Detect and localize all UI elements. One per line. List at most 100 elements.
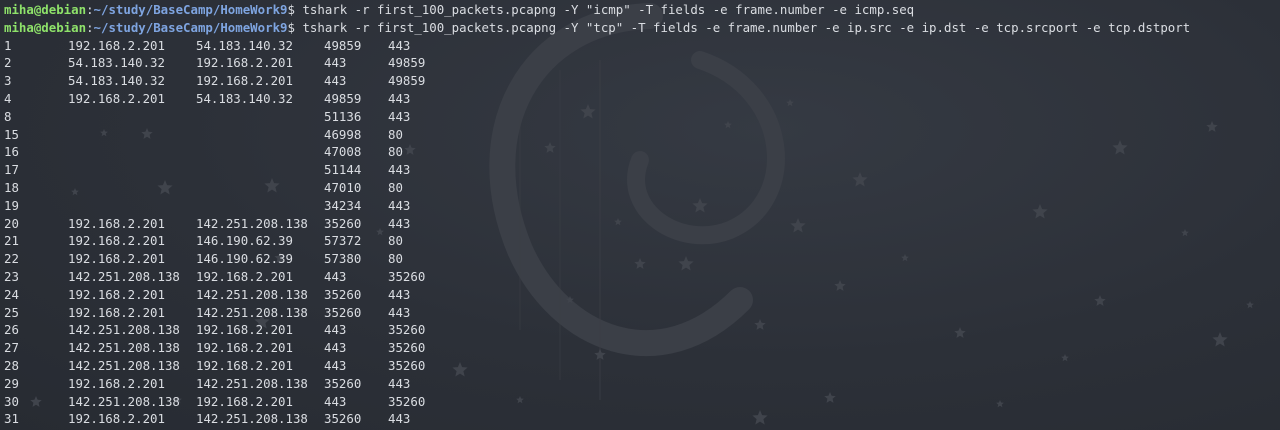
output-row: 4 192.168.2.201 54.183.140.32 49859 443: [4, 90, 1280, 108]
tcp-srcport: 57380: [324, 251, 362, 267]
output-row: 23 142.251.208.138 192.168.2.201 443 35260: [4, 268, 1280, 286]
prompt-dollar: $: [287, 2, 295, 17]
ip-src: 142.251.208.138: [68, 393, 180, 409]
ip-src: 192.168.2.201: [68, 375, 165, 391]
prompt-path: ~/study/BaseCamp/HomeWork9: [93, 2, 288, 17]
tcp-dstport: 80: [388, 126, 403, 142]
ip-dst: 142.251.208.138: [196, 304, 308, 320]
output-row: 29 192.168.2.201 142.251.208.138 35260 443: [4, 375, 1280, 393]
frame-number: 17: [4, 162, 19, 178]
ip-dst: 142.251.208.138: [196, 411, 308, 427]
tcp-dstport: 80: [388, 251, 403, 267]
frame-number: 8: [4, 108, 12, 124]
frame-number: 29: [4, 375, 19, 391]
tcp-dstport: 443: [388, 411, 411, 427]
output-row: 1 192.168.2.201 54.183.140.32 49859 443: [4, 37, 1280, 55]
prompt-dollar: $: [287, 19, 295, 35]
frame-number: 15: [4, 126, 19, 142]
tcp-srcport: 443: [324, 268, 347, 284]
ip-dst: 54.183.140.32: [196, 37, 293, 53]
output-row: 28 142.251.208.138 192.168.2.201 443 35260: [4, 357, 1280, 375]
frame-number: 30: [4, 393, 19, 409]
ip-src: 192.168.2.201: [68, 286, 165, 302]
ip-dst: 142.251.208.138: [196, 375, 308, 391]
command-line: miha@debian:~/study/BaseCamp/HomeWork9$ …: [4, 19, 1280, 37]
output-row: 19 34234 443: [4, 197, 1280, 215]
frame-number: 21: [4, 233, 19, 249]
output-row: 22 192.168.2.201 146.190.62.39 57380 80: [4, 250, 1280, 268]
frame-number: 25: [4, 304, 19, 320]
tcp-srcport: 443: [324, 340, 347, 356]
ip-src: 192.168.2.201: [68, 215, 165, 231]
frame-number: 24: [4, 286, 19, 302]
output-row: 17 51144 443: [4, 161, 1280, 179]
ip-src: 54.183.140.32: [68, 73, 165, 89]
tcp-srcport: 51144: [324, 162, 362, 178]
command-text: tshark -r first_100_packets.pcapng -Y "i…: [302, 2, 915, 17]
frame-number: 31: [4, 411, 19, 427]
tcp-srcport: 35260: [324, 286, 362, 302]
ip-dst: 142.251.208.138: [196, 286, 308, 302]
tcp-dstport: 443: [388, 162, 411, 178]
terminal-window[interactable]: miha@debian:~/study/BaseCamp/HomeWork9$ …: [0, 0, 1280, 430]
tcp-srcport: 35260: [324, 411, 362, 427]
tcp-srcport: 51136: [324, 108, 362, 124]
frame-number: 20: [4, 215, 19, 231]
ip-src: 142.251.208.138: [68, 357, 180, 373]
tcp-srcport: 443: [324, 55, 347, 71]
prompt-colon: :: [86, 2, 94, 17]
tcp-dstport: 443: [388, 197, 411, 213]
tcp-dstport: 35260: [388, 322, 426, 338]
prompt-user-host: miha@debian: [4, 19, 87, 35]
ip-src: 192.168.2.201: [68, 251, 165, 267]
tcp-srcport: 35260: [324, 375, 362, 391]
frame-number: 27: [4, 340, 19, 356]
packet-table: 1 192.168.2.201 54.183.140.32 49859 443 2 54.1…: [4, 37, 1280, 429]
output-row: 18 47010 80: [4, 179, 1280, 197]
ip-dst: 192.168.2.201: [196, 357, 293, 373]
ip-dst: 192.168.2.201: [196, 393, 293, 409]
output-row: 30 142.251.208.138 192.168.2.201 443 35260: [4, 393, 1280, 411]
output-row: 25 192.168.2.201 142.251.208.138 35260 443: [4, 304, 1280, 322]
ip-dst: 146.190.62.39: [196, 233, 293, 249]
tcp-dstport: 443: [388, 215, 411, 231]
prompt-user-host: miha@debian: [4, 2, 87, 17]
tcp-srcport: 49859: [324, 90, 362, 106]
tcp-dstport: 35260: [388, 268, 426, 284]
ip-dst: 146.190.62.39: [196, 251, 293, 267]
tcp-dstport: 443: [388, 286, 411, 302]
ip-src: 192.168.2.201: [68, 304, 165, 320]
tcp-dstport: 49859: [388, 55, 426, 71]
tcp-dstport: 49859: [388, 73, 426, 89]
output-row: 21 192.168.2.201 146.190.62.39 57372 80: [4, 232, 1280, 250]
command-text: tshark -r first_100_packets.pcapng -Y "t…: [302, 19, 1191, 35]
tcp-srcport: 443: [324, 357, 347, 373]
tcp-dstport: 35260: [388, 357, 426, 373]
tcp-dstport: 35260: [388, 393, 426, 409]
frame-number: 22: [4, 251, 19, 267]
ip-src: 142.251.208.138: [68, 340, 180, 356]
prompt-path: ~/study/BaseCamp/HomeWork9: [93, 19, 288, 35]
tcp-dstport: 443: [388, 108, 411, 124]
frame-number: 23: [4, 268, 19, 284]
prompt-colon: :: [86, 19, 94, 35]
output-row: 24 192.168.2.201 142.251.208.138 35260 443: [4, 286, 1280, 304]
frame-number: 26: [4, 322, 19, 338]
tcp-dstport: 80: [388, 144, 403, 160]
frame-number: 16: [4, 144, 19, 160]
frame-number: 2: [4, 55, 12, 71]
frame-number: 19: [4, 197, 19, 213]
tcp-srcport: 443: [324, 393, 347, 409]
ip-dst: 192.168.2.201: [196, 268, 293, 284]
ip-dst: 54.183.140.32: [196, 90, 293, 106]
tcp-srcport: 57372: [324, 233, 362, 249]
frame-number: 1: [4, 37, 12, 53]
tcp-srcport: 46998: [324, 126, 362, 142]
tcp-dstport: 443: [388, 37, 411, 53]
frame-number: 4: [4, 90, 12, 106]
tcp-srcport: 47010: [324, 179, 362, 195]
output-row: 31 192.168.2.201 142.251.208.138 35260 443: [4, 410, 1280, 428]
tcp-srcport: 443: [324, 322, 347, 338]
ip-dst: 192.168.2.201: [196, 340, 293, 356]
output-row: 27 142.251.208.138 192.168.2.201 443 35260: [4, 339, 1280, 357]
